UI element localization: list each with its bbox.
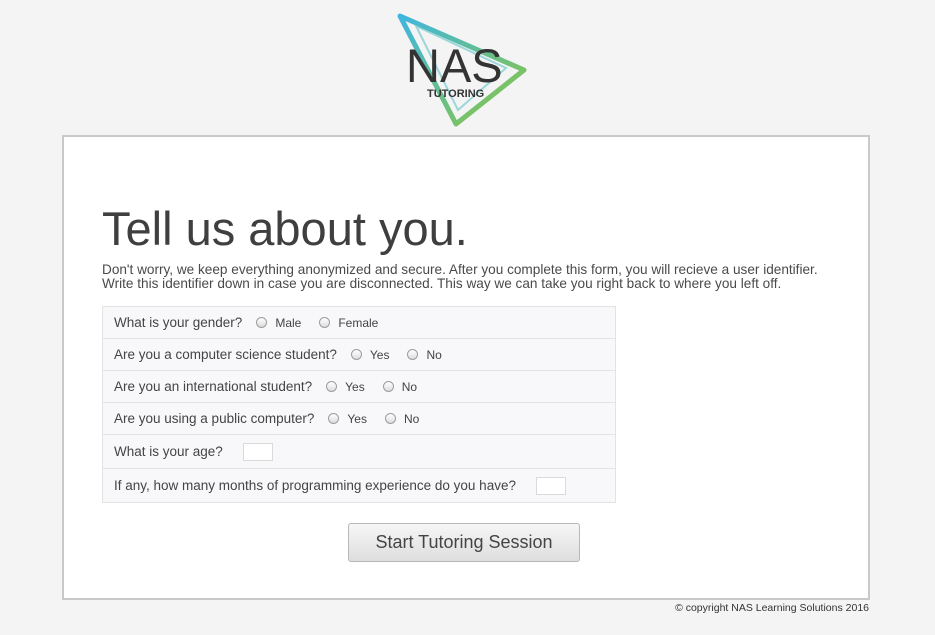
- public-computer-yes-option[interactable]: Yes: [328, 412, 367, 426]
- radio-button[interactable]: [350, 349, 362, 360]
- cs-student-no-option[interactable]: No: [407, 347, 442, 362]
- start-tutoring-session-button[interactable]: Start Tutoring Session: [348, 523, 580, 562]
- intro-text: Don't worry, we keep everything anonymiz…: [102, 263, 872, 291]
- option-label: No: [401, 379, 418, 394]
- option-label: Yes: [369, 347, 390, 362]
- question-label: What is your age?: [114, 444, 223, 459]
- gender-female-option[interactable]: Female: [319, 316, 378, 330]
- radio-button[interactable]: [384, 413, 396, 424]
- question-age: What is your age?: [103, 435, 615, 469]
- page-title: Tell us about you.: [102, 202, 468, 255]
- option-label: Yes: [345, 379, 365, 394]
- question-cs-student: Are you a computer science student? Yes …: [103, 339, 615, 371]
- logo-triangle-icon: NAS TUTORING: [397, 13, 527, 127]
- radio-button[interactable]: [407, 349, 419, 360]
- logo-wordmark: NAS: [406, 39, 503, 92]
- question-international-student: Are you an international student? Yes No: [103, 371, 615, 403]
- question-label: Are you an international student?: [114, 379, 313, 394]
- radio-button[interactable]: [326, 381, 338, 392]
- public-computer-no-option[interactable]: No: [384, 411, 420, 426]
- intro-line: Write this identifier down in case you a…: [102, 276, 782, 291]
- option-label: No: [426, 347, 442, 362]
- questions-table: What is your gender? Male Female Are you…: [102, 306, 616, 503]
- option-label: Male: [275, 315, 302, 330]
- radio-button[interactable]: [319, 317, 331, 328]
- option-label: Female: [338, 315, 379, 330]
- nas-tutoring-logo: NAS TUTORING: [396, 12, 528, 130]
- question-label: What is your gender?: [114, 315, 243, 330]
- option-label: No: [403, 411, 420, 426]
- question-label: Are you a computer science student?: [114, 347, 337, 362]
- age-input[interactable]: [242, 442, 273, 461]
- radio-button[interactable]: [328, 413, 340, 424]
- international-yes-option[interactable]: Yes: [326, 380, 365, 394]
- international-no-option[interactable]: No: [382, 379, 418, 394]
- gender-male-option[interactable]: Male: [256, 316, 301, 330]
- radio-button[interactable]: [256, 317, 268, 328]
- logo-tagline: TUTORING: [427, 88, 484, 100]
- option-label: Yes: [347, 411, 367, 426]
- question-public-computer: Are you using a public computer? Yes No: [103, 403, 615, 435]
- question-gender: What is your gender? Male Female: [103, 307, 615, 339]
- question-label: If any, how many months of programming e…: [114, 478, 516, 493]
- form-panel: Tell us about you. Don't worry, we keep …: [62, 135, 870, 600]
- programming-months-input[interactable]: [535, 476, 566, 495]
- copyright-text: © copyright NAS Learning Solutions 2016: [675, 602, 869, 614]
- cs-student-yes-option[interactable]: Yes: [350, 347, 390, 362]
- radio-button[interactable]: [382, 381, 394, 392]
- question-label: Are you using a public computer?: [114, 411, 315, 426]
- intro-line: Don't worry, we keep everything anonymiz…: [102, 262, 818, 277]
- question-programming-experience: If any, how many months of programming e…: [103, 469, 615, 502]
